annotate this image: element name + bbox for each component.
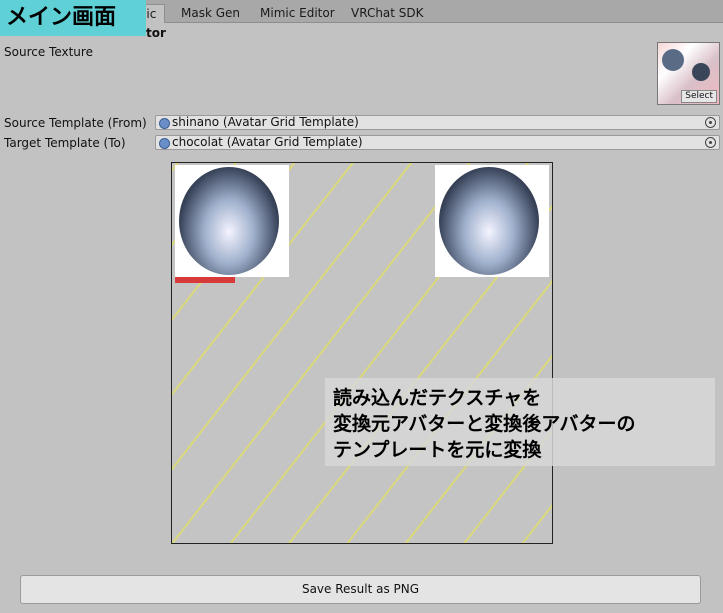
main-screen-badge: メイン画面 (0, 0, 146, 36)
section-heading: tor (146, 26, 166, 40)
overlay-line-1: 読み込んだテクスチャを (333, 387, 542, 409)
object-picker-icon[interactable] (705, 117, 716, 128)
source-template-label: Source Template (From) (4, 116, 147, 130)
source-texture-label: Source Texture (4, 45, 93, 59)
overlay-line-2: 変換元アバターと変換後アバターの (333, 413, 636, 435)
face-texture-left (175, 165, 289, 283)
texture-thumbnail (662, 49, 684, 71)
tab-label: Mask Gen (181, 6, 241, 20)
tab-vrchat-sdk[interactable]: VRChat SDK (343, 4, 432, 22)
object-field-icon (159, 138, 170, 149)
result-preview (171, 162, 553, 544)
target-template-value: chocolat (Avatar Grid Template) (172, 135, 363, 149)
tab-label: VRChat SDK (351, 6, 424, 20)
source-template-value: shinano (Avatar Grid Template) (172, 115, 359, 129)
red-strip (175, 277, 235, 283)
source-texture-slot[interactable]: Select (657, 42, 720, 105)
face-texture-right (435, 165, 549, 277)
face-orb (179, 167, 279, 275)
target-template-label: Target Template (To) (4, 136, 126, 150)
source-template-field[interactable]: shinano (Avatar Grid Template) (155, 115, 720, 130)
save-result-button[interactable]: Save Result as PNG (20, 575, 701, 604)
object-picker-icon[interactable] (705, 137, 716, 148)
overlay-line-3: テンプレートを元に変換 (333, 439, 542, 461)
texture-select-button[interactable]: Select (681, 90, 717, 103)
face-orb (439, 167, 539, 275)
tab-label: Mimic Editor (260, 6, 335, 20)
object-field-icon (159, 118, 170, 129)
tab-mask-gen[interactable]: Mask Gen (173, 4, 248, 22)
tab-mimic-editor[interactable]: Mimic Editor (252, 4, 343, 22)
explanation-overlay: 読み込んだテクスチャを 変換元アバターと変換後アバターの テンプレートを元に変換 (325, 378, 715, 466)
texture-thumbnail-detail (692, 63, 710, 81)
target-template-field[interactable]: chocolat (Avatar Grid Template) (155, 135, 720, 150)
